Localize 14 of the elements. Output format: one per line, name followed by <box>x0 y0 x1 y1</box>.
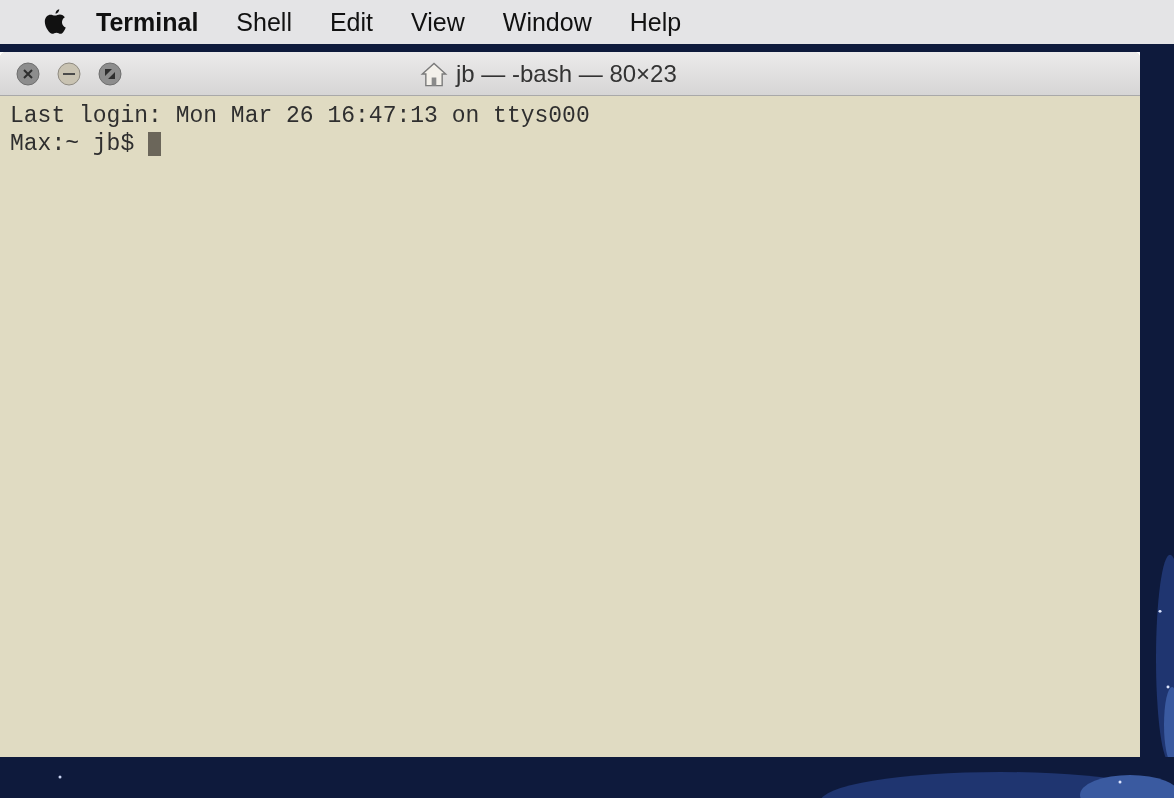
terminal-line: Max:~ jb$ <box>10 130 136 158</box>
menu-item[interactable]: Edit <box>329 7 374 37</box>
menu-item[interactable]: Terminal <box>96 7 199 37</box>
minimize-icon[interactable] <box>57 61 81 86</box>
menu-item[interactable]: Shell <box>236 7 292 37</box>
window-title: jb — -bash — 80×23 <box>456 59 677 88</box>
menu-item[interactable]: Window <box>502 7 592 37</box>
close-icon[interactable] <box>16 61 40 86</box>
menu-item[interactable]: View <box>411 7 465 37</box>
zoom-icon[interactable] <box>98 61 122 86</box>
terminal-line: Last login: Mon Mar 26 16:47:13 on ttys000 <box>10 102 590 130</box>
menu-item[interactable]: Help <box>629 7 682 37</box>
apple-icon[interactable] <box>42 7 68 37</box>
cursor <box>148 132 162 156</box>
